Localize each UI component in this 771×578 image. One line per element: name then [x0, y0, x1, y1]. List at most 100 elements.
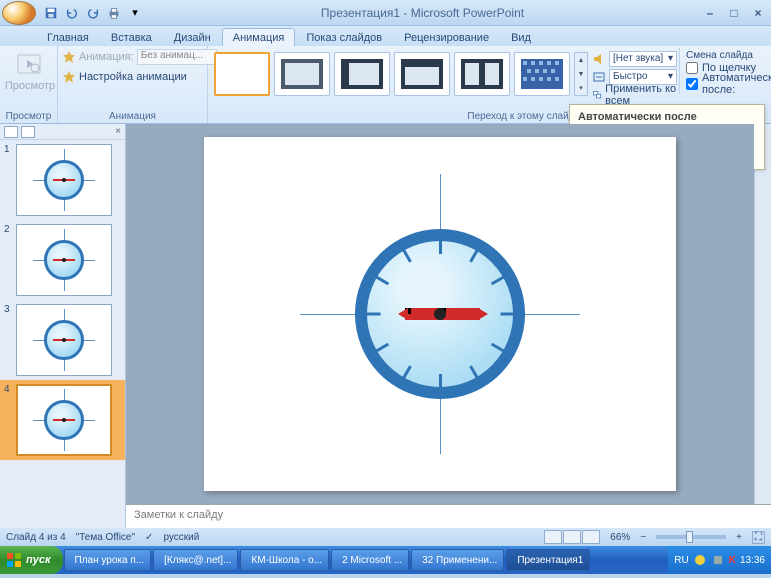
slide-indicator: Слайд 4 из 4 [6, 532, 66, 543]
title-bar: ▾ Презентация1 - Microsoft PowerPoint – … [0, 0, 771, 26]
language-indicator[interactable]: русский [163, 532, 199, 543]
spellcheck-icon[interactable]: ✓ [145, 532, 153, 543]
tray-icon[interactable] [693, 553, 707, 567]
undo-icon[interactable] [63, 4, 81, 22]
clock-graphic [300, 174, 580, 454]
notes-pane[interactable]: Заметки к слайду [126, 504, 771, 528]
window-controls: – □ × [701, 5, 767, 21]
tab-insert[interactable]: Вставка [100, 28, 163, 46]
sound-dropdown[interactable]: [Нет звука]▾ [609, 51, 677, 67]
quick-access-toolbar: ▾ [42, 4, 144, 22]
redo-icon[interactable] [84, 4, 102, 22]
zoom-out-button[interactable]: − [640, 532, 646, 543]
tab-animation[interactable]: Анимация [222, 28, 296, 46]
tray-kaspersky-icon[interactable]: K [729, 555, 736, 566]
transition-item[interactable] [334, 52, 390, 96]
taskbar-item[interactable]: 2 Microsoft ... [331, 549, 409, 571]
start-button[interactable]: пуск [0, 546, 63, 574]
view-buttons [544, 530, 600, 544]
speed-icon [592, 70, 606, 84]
zoom-in-button[interactable]: + [736, 532, 742, 543]
apply-all-icon [592, 88, 602, 102]
taskbar: пуск План урока п... [Клякс@.net]... КМ-… [0, 546, 771, 574]
print-icon[interactable] [105, 4, 123, 22]
sorter-view-button[interactable] [563, 530, 581, 544]
animate-icon [62, 50, 76, 64]
system-tray: RU K 13:36 [668, 546, 771, 574]
slide-thumb-2[interactable]: 2 [0, 220, 125, 300]
office-button[interactable] [2, 1, 36, 25]
transition-none[interactable] [214, 52, 270, 96]
tab-home[interactable]: Главная [36, 28, 100, 46]
window-title: Презентация1 - Microsoft PowerPoint [144, 6, 701, 20]
custom-anim-label: Настройка анимации [79, 71, 187, 83]
apply-all-label: Применить ко всем [605, 83, 677, 107]
qat-more-icon[interactable]: ▾ [126, 4, 144, 22]
tab-view[interactable]: Вид [500, 28, 542, 46]
clock[interactable]: 13:36 [740, 555, 765, 566]
taskbar-item-active[interactable]: Презентация1 [506, 549, 590, 571]
transition-item[interactable] [394, 52, 450, 96]
close-button[interactable]: × [749, 5, 767, 21]
transition-gallery: ▲▼▾ [212, 48, 590, 100]
custom-animation-button[interactable]: Настройка анимации [62, 68, 217, 86]
windows-logo-icon [6, 552, 22, 568]
transition-item[interactable] [454, 52, 510, 96]
taskbar-item[interactable]: КМ-Школа - о... [240, 549, 329, 571]
close-pane-icon[interactable]: × [115, 126, 121, 137]
taskbar-item[interactable]: План урока п... [64, 549, 152, 571]
animation-dropdown[interactable]: Без анимац... [137, 49, 217, 65]
thumbnail-list: 1 2 3 4 [0, 140, 125, 460]
group-animation: Анимация [62, 110, 203, 123]
auto-after-label: Автоматически после: [702, 72, 771, 96]
sound-icon [592, 52, 606, 66]
save-icon[interactable] [42, 4, 60, 22]
sound-value: [Нет звука] [613, 53, 663, 64]
gallery-scroll[interactable]: ▲▼▾ [574, 52, 588, 96]
advance-title: Смена слайда [686, 50, 771, 61]
slideshow-view-button[interactable] [582, 530, 600, 544]
taskbar-item[interactable]: 32 Применени... [411, 549, 504, 571]
theme-indicator: "Тема Office" [76, 532, 135, 543]
minimize-button[interactable]: – [701, 5, 719, 21]
transition-item[interactable] [274, 52, 330, 96]
slide-canvas-area[interactable] [126, 124, 754, 504]
slide-thumb-1[interactable]: 1 [0, 140, 125, 220]
zoom-value: 66% [610, 532, 630, 543]
slide-thumb-3[interactable]: 3 [0, 300, 125, 380]
restore-button[interactable]: □ [725, 5, 743, 21]
preview-label: Просмотр [5, 80, 55, 92]
taskbar-item[interactable]: [Клякс@.net]... [153, 549, 238, 571]
animate-row: Анимация: Без анимац... [62, 48, 217, 66]
tab-review[interactable]: Рецензирование [393, 28, 500, 46]
auto-after-checkbox[interactable]: Автоматически после: [686, 72, 771, 96]
editor-area: Заметки к слайду [126, 124, 771, 528]
group-preview: Просмотр [4, 110, 53, 123]
transition-item[interactable] [514, 52, 570, 96]
tab-design[interactable]: Дизайн [163, 28, 222, 46]
slide [204, 137, 676, 491]
outline-tab-icon[interactable] [4, 126, 18, 138]
animate-label: Анимация: [79, 51, 134, 63]
tab-slideshow[interactable]: Показ слайдов [295, 28, 393, 46]
lang-indicator[interactable]: RU [674, 555, 688, 566]
vertical-scrollbar[interactable] [754, 124, 771, 504]
normal-view-button[interactable] [544, 530, 562, 544]
status-bar: Слайд 4 из 4 "Тема Office" ✓ русский 66%… [0, 528, 771, 546]
zoom-slider[interactable] [656, 535, 726, 539]
slides-tab-icon[interactable] [21, 126, 35, 138]
tray-icon[interactable] [711, 553, 725, 567]
transition-options: [Нет звука]▾ Быстро▾ Применить ко всем [590, 48, 679, 105]
preview-button[interactable]: Просмотр [4, 48, 56, 94]
start-label: пуск [26, 554, 51, 566]
tooltip-title: Автоматически после [578, 111, 756, 123]
speed-value: Быстро [613, 71, 647, 82]
ribbon-tabs: Главная Вставка Дизайн Анимация Показ сл… [0, 26, 771, 46]
preview-icon [15, 50, 45, 80]
thumbnail-pane: × 1 2 3 4 [0, 124, 126, 528]
fit-button[interactable]: ⛶ [752, 531, 765, 544]
workspace: × 1 2 3 4 [0, 124, 771, 528]
custom-anim-icon [62, 70, 76, 84]
apply-all-button[interactable]: Применить ко всем [592, 86, 677, 103]
slide-thumb-4[interactable]: 4 [0, 380, 125, 460]
